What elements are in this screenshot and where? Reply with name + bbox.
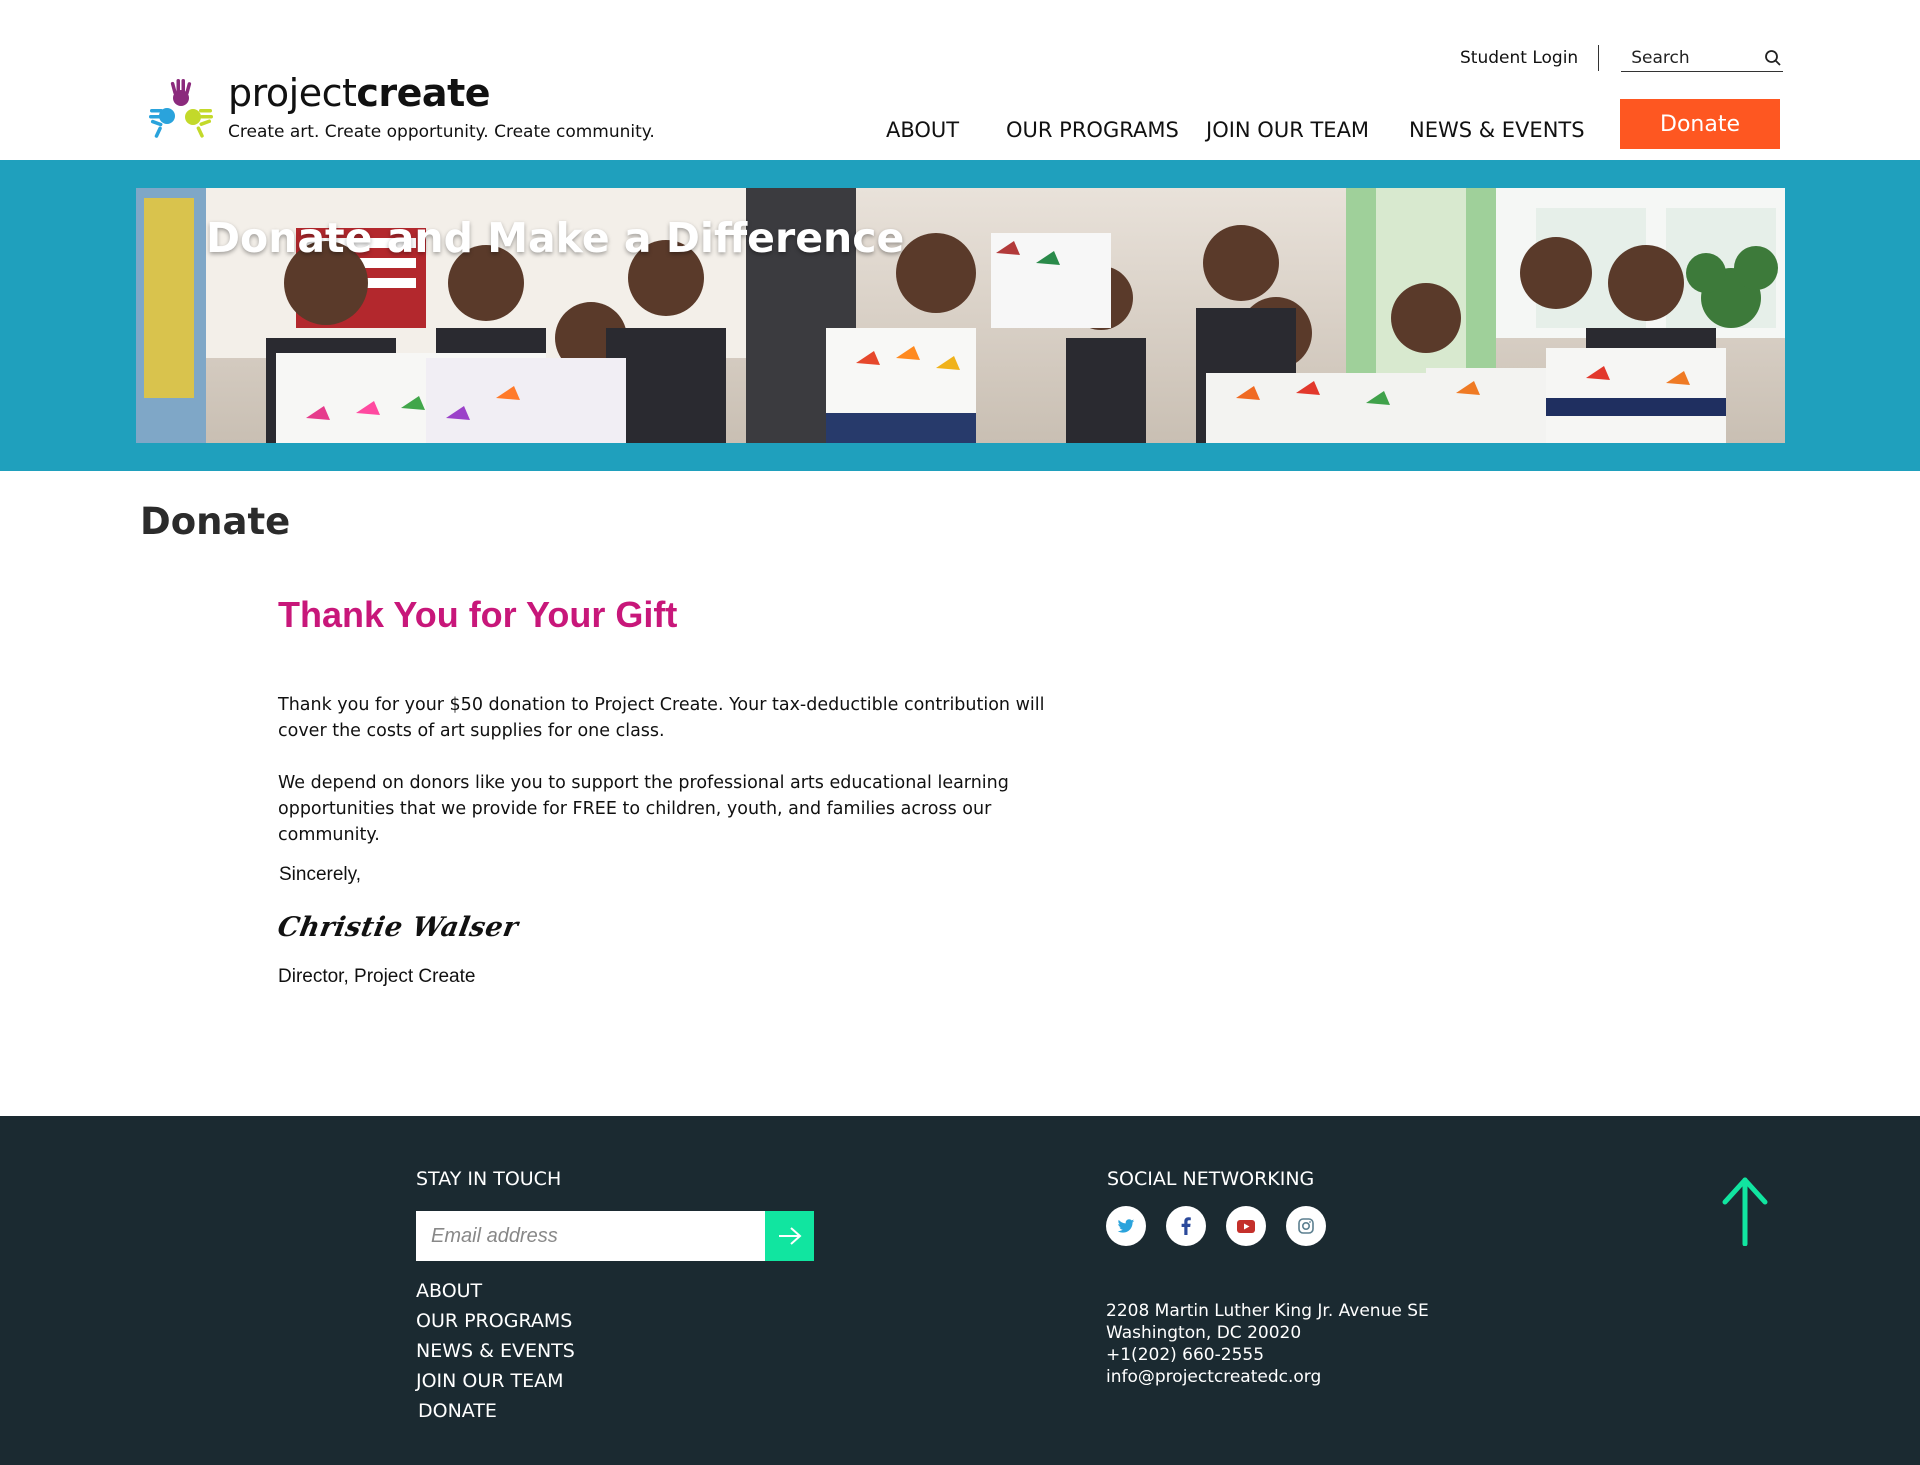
social-icons <box>1106 1206 1326 1246</box>
search-icon[interactable] <box>1763 48 1783 68</box>
brand-name[interactable]: projectcreate <box>228 70 491 116</box>
stay-in-touch-heading: STAY IN TOUCH <box>416 1168 562 1190</box>
youtube-icon[interactable] <box>1226 1206 1266 1246</box>
donation-paragraph: Thank you for your $50 donation to Proje… <box>278 695 1045 741</box>
footer-link-our-programs[interactable]: OUR PROGRAMS <box>416 1306 575 1336</box>
site-header: projectcreate Create art. Create opportu… <box>0 0 1920 160</box>
footer-link-join-our-team[interactable]: JOIN OUR TEAM <box>416 1366 575 1396</box>
search-input[interactable] <box>1621 44 1784 71</box>
nav-our-programs[interactable]: OUR PROGRAMS <box>1006 118 1179 142</box>
footer-link-donate[interactable]: DONATE <box>416 1396 575 1426</box>
sign-off: Sincerely, <box>279 864 362 885</box>
address-line-2: Washington, DC 20020 <box>1106 1323 1302 1343</box>
nav-news-events[interactable]: NEWS & EVENTS <box>1409 118 1585 142</box>
footer-links: ABOUT OUR PROGRAMS NEWS & EVENTS JOIN OU… <box>416 1276 575 1426</box>
instagram-icon[interactable] <box>1286 1206 1326 1246</box>
twitter-icon[interactable] <box>1106 1206 1146 1246</box>
social-networking-heading: SOCIAL NETWORKING <box>1107 1168 1315 1190</box>
facebook-icon[interactable] <box>1166 1206 1206 1246</box>
thank-you-heading: Thank You for Your Gift <box>278 594 678 635</box>
newsletter-submit-button[interactable] <box>765 1211 814 1261</box>
address-line-1: 2208 Martin Luther King Jr. Avenue SE <box>1106 1301 1429 1321</box>
newsletter-email-input[interactable] <box>416 1211 765 1261</box>
brand-bold: create <box>356 71 491 115</box>
nav-about[interactable]: ABOUT <box>886 118 959 142</box>
footer-link-news-events[interactable]: NEWS & EVENTS <box>416 1336 575 1366</box>
site-footer: STAY IN TOUCH ABOUT OUR PROGRAMS NEWS & … <box>0 1116 1920 1465</box>
tagline: Create art. Create opportunity. Create c… <box>228 122 655 142</box>
utility-bar: Student Login <box>1460 44 1784 72</box>
hands-logo-icon[interactable] <box>148 76 214 142</box>
student-login-link[interactable]: Student Login <box>1460 48 1578 68</box>
search-box <box>1621 44 1784 72</box>
footer-link-about[interactable]: ABOUT <box>416 1276 575 1306</box>
divider <box>1598 45 1600 71</box>
signature: Christie Walser <box>275 912 521 943</box>
hero-title: Donate and Make a Difference <box>206 214 905 262</box>
signer-title: Director, Project Create <box>278 966 476 987</box>
donate-button[interactable]: Donate <box>1620 99 1780 149</box>
brand-light: project <box>228 71 357 115</box>
nav-join-our-team[interactable]: JOIN OUR TEAM <box>1206 118 1369 142</box>
contact-info: 2208 Martin Luther King Jr. Avenue SE Wa… <box>1106 1300 1429 1388</box>
donors-paragraph: We depend on donors like you to support … <box>278 773 1009 845</box>
back-to-top-icon[interactable] <box>1720 1174 1770 1246</box>
contact-email[interactable]: info@projectcreatedc.org <box>1106 1366 1429 1388</box>
arrow-right-icon <box>778 1227 802 1245</box>
phone-number: +1(202) 660-2555 <box>1106 1345 1265 1365</box>
page-title: Donate <box>140 500 291 543</box>
